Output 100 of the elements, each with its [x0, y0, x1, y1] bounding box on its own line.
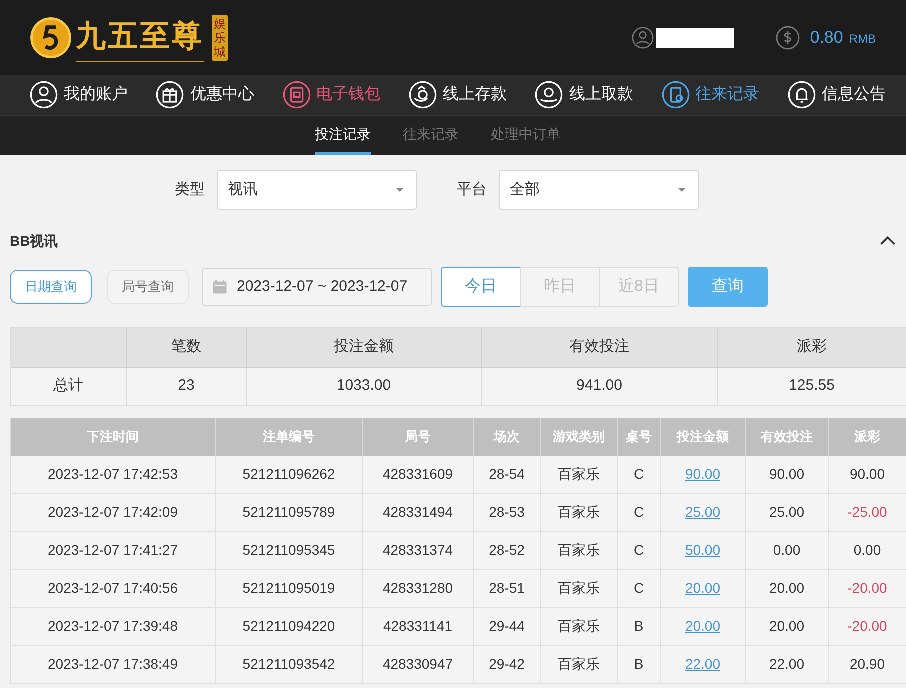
table-cell: 521211096262 [216, 456, 363, 494]
table-cell: B [618, 608, 661, 646]
person-icon [632, 26, 654, 48]
table-cell: 428331280 [363, 570, 474, 608]
filter-label: 类型 [175, 180, 205, 200]
sub-tab[interactable]: 往来记录 [403, 116, 459, 155]
quick-range-tab[interactable]: 今日 [441, 267, 521, 307]
amount-link[interactable]: 50.00 [685, 540, 721, 561]
table-cell: 428330947 [363, 646, 474, 684]
table-cell: 百家乐 [541, 646, 618, 684]
amount-link[interactable]: 22.00 [685, 654, 721, 675]
table-cell: 29-42 [474, 646, 541, 684]
table-cell: 521211093542 [216, 646, 363, 684]
table-cell: 521211095019 [216, 570, 363, 608]
table-cell: 28-52 [474, 532, 541, 570]
nav-item[interactable]: 电子钱包 [282, 81, 381, 109]
logo-text: 九五至尊 [76, 14, 204, 62]
nav-item[interactable]: 线上存款 [408, 81, 507, 109]
table-cell: 521211095345 [216, 532, 363, 570]
table-cell: C [618, 494, 661, 532]
dropdown-field[interactable]: 视讯 [217, 170, 417, 210]
table-cell: 百家乐 [541, 570, 618, 608]
table-cell: 2023-12-07 17:40:56 [11, 570, 216, 608]
table-cell: 20.00 [746, 570, 829, 608]
table-cell: 2023-12-07 17:41:27 [11, 532, 216, 570]
table-cell: 百家乐 [541, 456, 618, 494]
column-header: 派彩 [829, 418, 906, 456]
dollar-icon [776, 26, 800, 50]
hand-coin-icon [408, 81, 437, 109]
amount-link[interactable]: 20.00 [685, 616, 721, 637]
column-header: 注单编号 [216, 418, 363, 456]
table-cell: 28-54 [474, 456, 541, 494]
gift-icon [156, 81, 184, 109]
wallet-icon [282, 81, 311, 109]
table-cell: 28-53 [474, 494, 541, 532]
document-clock-icon [662, 81, 690, 109]
table-cell: 2023-12-07 17:39:48 [11, 608, 216, 646]
column-header: 游戏类别 [541, 418, 618, 456]
table-cell: 2023-12-07 17:42:53 [11, 456, 216, 494]
nav-item[interactable]: 优惠中心 [156, 81, 254, 109]
table-cell: 428331494 [363, 494, 474, 532]
query-mode-tab[interactable]: 局号查询 [107, 270, 189, 304]
search-button[interactable]: 查询 [688, 267, 768, 307]
bell-icon [788, 81, 816, 109]
sub-tab[interactable]: 投注记录 [315, 116, 371, 155]
table-cell: 20.00 [746, 608, 829, 646]
currency-label: RMB [849, 31, 876, 48]
table-cell: 百家乐 [541, 532, 618, 570]
table-cell: 29-44 [474, 608, 541, 646]
table-cell: 百家乐 [541, 494, 618, 532]
date-range-field[interactable]: 2023-12-07 ~ 2023-12-07 [202, 268, 432, 306]
table-cell: 25.00 [746, 494, 829, 532]
table-cell: 521211095789 [216, 494, 363, 532]
table-cell: 521211094220 [216, 608, 363, 646]
table-cell: 90.00 [746, 456, 829, 494]
table-cell: 428331141 [363, 608, 474, 646]
query-mode-tab[interactable]: 日期查询 [10, 270, 92, 304]
table-cell: C [618, 456, 661, 494]
column-header: 派彩 [718, 328, 906, 368]
nav-item[interactable]: 我的账户 [30, 81, 128, 109]
amount-link[interactable]: 90.00 [685, 464, 721, 485]
coin-hand-icon [535, 81, 564, 109]
table-cell: C [618, 532, 661, 570]
column-header: 投注金额 [661, 418, 746, 456]
section-title: BB视讯 [10, 232, 58, 250]
logo-icon [30, 16, 72, 58]
column-header: 局号 [363, 418, 474, 456]
amount-link[interactable]: 25.00 [685, 502, 721, 523]
column-header: 笔数 [127, 328, 247, 368]
table-cell: 2023-12-07 17:42:09 [11, 494, 216, 532]
row-header: 总计 [11, 368, 127, 406]
nav-item[interactable]: 信息公告 [788, 81, 886, 109]
table-cell: 23 [127, 368, 247, 406]
table-cell: 1033.00 [247, 368, 482, 406]
column-header: 场次 [474, 418, 541, 456]
column-header: 桌号 [618, 418, 661, 456]
table-cell: 22.00 [746, 646, 829, 684]
table-cell: C [618, 570, 661, 608]
table-cell: 428331374 [363, 532, 474, 570]
column-header: 有效投注 [746, 418, 829, 456]
calendar-icon [211, 278, 229, 296]
table-cell: 0.00 [746, 532, 829, 570]
amount-link[interactable]: 20.00 [685, 578, 721, 599]
sub-tab[interactable]: 处理中订单 [491, 116, 561, 155]
table-cell: B [618, 646, 661, 684]
logo-badge: 娱乐城 [212, 14, 228, 60]
filter-label: 平台 [457, 180, 487, 200]
column-header: 投注金额 [247, 328, 482, 368]
column-header: 下注时间 [11, 418, 216, 456]
nav-item[interactable]: 往来记录 [662, 81, 760, 109]
table-cell: 428331609 [363, 456, 474, 494]
column-header: 有效投注 [482, 328, 718, 368]
dropdown-field[interactable]: 全部 [499, 170, 699, 210]
table-cell: 28-51 [474, 570, 541, 608]
table-cell: 百家乐 [541, 608, 618, 646]
balance-amount: 0.80 [810, 26, 844, 49]
nav-item[interactable]: 线上取款 [535, 81, 634, 109]
table-cell: 941.00 [482, 368, 718, 406]
person-icon [30, 81, 58, 109]
table-cell: 2023-12-07 17:38:49 [11, 646, 216, 684]
